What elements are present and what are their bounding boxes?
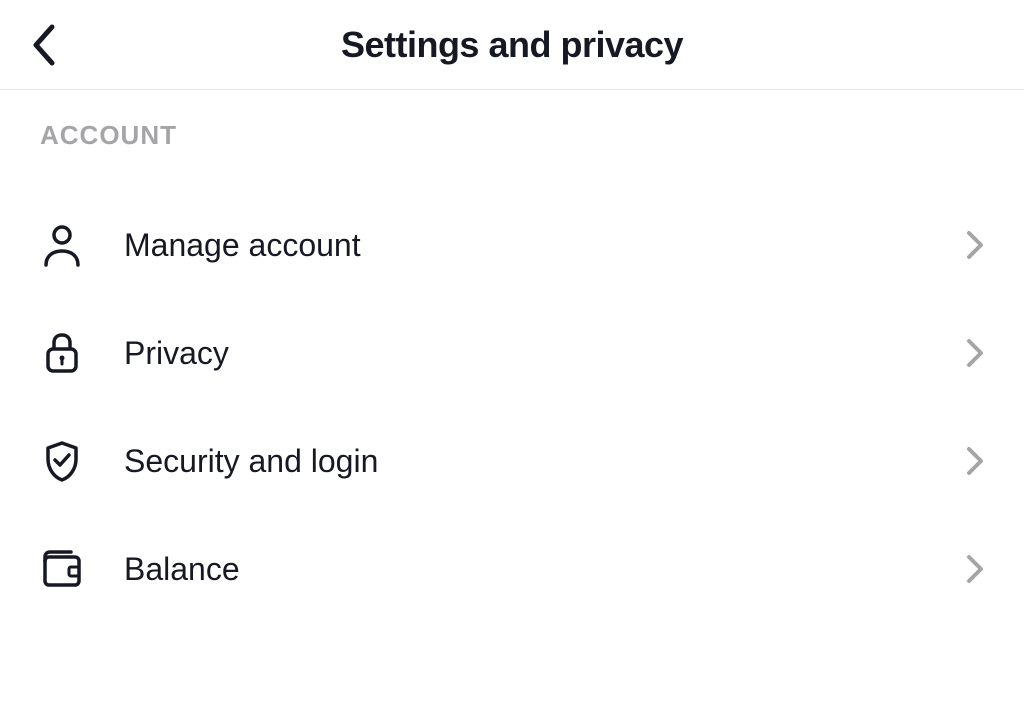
chevron-right-icon xyxy=(966,338,984,368)
wallet-icon xyxy=(40,547,84,591)
section-header: ACCOUNT xyxy=(40,120,984,151)
list-item-label: Privacy xyxy=(124,335,966,372)
chevron-right-icon xyxy=(966,230,984,260)
header: Settings and privacy xyxy=(0,0,1024,90)
back-button[interactable] xyxy=(30,21,60,69)
page-title: Settings and privacy xyxy=(0,24,1024,66)
person-icon xyxy=(40,223,84,267)
list-item-label: Manage account xyxy=(124,227,966,264)
list-item-privacy[interactable]: Privacy xyxy=(40,299,984,407)
list-item-manage-account[interactable]: Manage account xyxy=(40,191,984,299)
list-item-security[interactable]: Security and login xyxy=(40,407,984,515)
list-item-balance[interactable]: Balance xyxy=(40,515,984,623)
shield-check-icon xyxy=(40,439,84,483)
chevron-left-icon xyxy=(30,21,60,69)
lock-icon xyxy=(40,331,84,375)
content: ACCOUNT Manage account Privacy xyxy=(0,90,1024,623)
chevron-right-icon xyxy=(966,554,984,584)
list-item-label: Security and login xyxy=(124,443,966,480)
chevron-right-icon xyxy=(966,446,984,476)
list-item-label: Balance xyxy=(124,551,966,588)
